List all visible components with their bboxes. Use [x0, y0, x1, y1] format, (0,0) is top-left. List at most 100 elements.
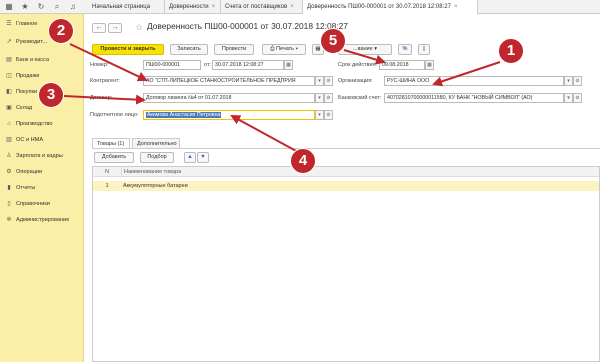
factory-icon: ⌂ — [7, 121, 11, 127]
organization-open[interactable]: ⊘ — [573, 76, 582, 86]
chevron-down-icon: ▾ — [372, 46, 377, 52]
person-open[interactable]: ⊘ — [324, 110, 333, 120]
bank-account-label: Банковский счет: — [338, 95, 382, 101]
tab-label: Доверенности — [169, 4, 209, 10]
clip-icon: ▯ — [422, 46, 426, 52]
table-row[interactable]: 1 Аккумуляторные батареи — [93, 181, 599, 191]
callout-marker-2: 2 — [48, 18, 74, 44]
move-down-button[interactable]: ▼ — [197, 152, 209, 163]
organization-dropdown[interactable]: ▾ — [564, 76, 573, 86]
app-menu-icon[interactable]: ▦ — [4, 2, 14, 12]
link-icon: ⊘ — [326, 95, 331, 101]
chevron-down-icon: ▾ — [318, 78, 321, 84]
sidebar: ☰ Главное ↗ Руководит... ▤ Банк и касса ◫ Пр… — [0, 14, 84, 362]
column-header-name[interactable]: Наименование товара — [121, 167, 599, 177]
cart-icon: ◫ — [6, 73, 12, 79]
document-form: ← → ☆ Доверенность ПШ00-000001 от 30.07.… — [88, 14, 600, 362]
contract-field[interactable]: Договор лизинга №4 от 01.07.2018 — [143, 93, 315, 103]
chevron-down-icon: ▾ — [318, 95, 321, 101]
contract-open[interactable]: ⊘ — [324, 93, 333, 103]
contract-label: Договор: — [90, 95, 113, 101]
add-button[interactable]: Добавить — [94, 152, 134, 163]
post-button[interactable]: Провести — [214, 44, 254, 55]
attachments-button[interactable]: ▯ — [418, 44, 430, 55]
notifications-icon[interactable]: ♫ — [68, 2, 78, 12]
date-picker-button[interactable]: ▦ — [284, 60, 293, 70]
validity-field[interactable]: 09.08.2018 — [379, 60, 425, 70]
history-icon[interactable]: ↻ — [36, 2, 46, 12]
operations-icon: ⚙ — [6, 169, 12, 175]
column-header-n[interactable]: N — [93, 167, 121, 177]
tab-home[interactable]: Начальная страница — [88, 0, 165, 14]
person-field[interactable]: Акимова Анастасия Петровна — [143, 110, 315, 120]
arrow-left-icon: ← — [95, 24, 103, 31]
sidebar-item-label: Руководит... — [16, 39, 48, 45]
row-number: 1 — [105, 183, 109, 189]
sidebar-item-sales[interactable]: ◫ Продажи — [0, 70, 84, 82]
calendar-icon: ▦ — [427, 62, 432, 68]
sidebar-item-label: Зарплата и кадры — [16, 153, 63, 159]
counterparty-open[interactable]: ⊘ — [324, 76, 333, 86]
chevron-down-icon: ▾ — [318, 112, 321, 118]
create-based-on-button[interactable]: ...вание ▾ — [338, 44, 392, 55]
tab-power-of-attorney-doc[interactable]: Доверенность ПШ00-000001 от 30.07.2018 1… — [303, 0, 478, 14]
back-button[interactable]: ← — [92, 23, 106, 33]
callout-marker-5: 5 — [320, 28, 346, 54]
person-dropdown[interactable]: ▾ — [315, 110, 324, 120]
bank-account-dropdown[interactable]: ▾ — [564, 93, 573, 103]
close-icon[interactable]: × — [290, 4, 294, 10]
number-field[interactable]: ПШ00-000001 — [143, 60, 201, 70]
callout-marker-3: 3 — [38, 82, 64, 108]
bank-account-open[interactable]: ⊘ — [573, 93, 582, 103]
close-icon[interactable]: × — [212, 4, 216, 10]
number-label: Номер: — [90, 62, 109, 68]
contract-dropdown[interactable]: ▾ — [315, 93, 324, 103]
date-field[interactable]: 30.07.2018 12:08:27 — [212, 60, 284, 70]
sidebar-item-operations[interactable]: ⚙ Операции — [0, 166, 84, 178]
tab-label: Доверенность ПШ00-000001 от 30.07.2018 1… — [307, 4, 451, 10]
sidebar-item-label: Справочники — [16, 201, 50, 207]
print-button[interactable]: ⎙ Печать ▾ — [262, 44, 306, 55]
sidebar-item-bank[interactable]: ▤ Банк и касса — [0, 54, 84, 66]
write-button[interactable]: Записать — [170, 44, 208, 55]
sidebar-item-production[interactable]: ⌂ Производство — [0, 118, 84, 130]
sidebar-item-payroll[interactable]: ♙ Зарплата и кадры — [0, 150, 84, 162]
counterparty-dropdown[interactable]: ▾ — [315, 76, 324, 86]
sidebar-item-administration[interactable]: ✲ Администрирование — [0, 214, 84, 226]
sidebar-item-label: Банк и касса — [16, 57, 49, 63]
people-icon: ♙ — [6, 153, 12, 159]
post-and-close-button[interactable]: Провести и закрыть — [92, 44, 164, 55]
favorite-star-icon[interactable]: ☆ — [135, 22, 143, 33]
chart-icon: ↗ — [6, 39, 12, 45]
counterparty-field[interactable]: АО "СТП-ЛИПЕЦКОЕ СТАНКОСТРОИТЕЛЬНОЕ ПРЕД… — [143, 76, 315, 86]
tab-powers-of-attorney[interactable]: Доверенности × — [165, 0, 221, 14]
tab-supplier-invoices[interactable]: Счета от поставщиков × — [221, 0, 303, 14]
validity-picker-button[interactable]: ▦ — [425, 60, 434, 70]
search-icon[interactable]: ⌕ — [52, 2, 62, 12]
callout-marker-4: 4 — [290, 148, 316, 174]
tab-additional[interactable]: Дополнительно — [132, 138, 180, 148]
sidebar-item-catalogs[interactable]: ▯ Справочники — [0, 198, 84, 210]
tab-goods[interactable]: Товары (1) — [92, 138, 130, 148]
link-icon: ⊘ — [326, 112, 331, 118]
organization-field[interactable]: РУС-ШИНА ООО — [384, 76, 564, 86]
date-label: от: — [204, 62, 211, 68]
goods-table: N Наименование товара 1 Аккумуляторные б… — [92, 166, 600, 362]
pick-button[interactable]: Подбор — [140, 152, 174, 163]
sidebar-item-reports[interactable]: ▮ Отчеты — [0, 182, 84, 194]
move-up-button[interactable]: ▲ — [184, 152, 196, 163]
dt-kt-button[interactable]: % — [398, 44, 412, 55]
favorites-icon[interactable]: ★ — [20, 2, 30, 12]
close-icon[interactable]: × — [454, 4, 458, 10]
bank-account-field[interactable]: 40702810700000011580, КУ БАНК "НОВЫЙ СИМ… — [384, 93, 564, 103]
box-icon: ▣ — [6, 105, 12, 111]
structure-icon: ▦ — [315, 46, 321, 52]
sidebar-item-label: Продажи — [16, 73, 40, 79]
gear-icon: ✲ — [6, 217, 12, 223]
forward-button[interactable]: → — [108, 23, 122, 33]
sidebar-item-assets[interactable]: ▥ ОС и НМА — [0, 134, 84, 146]
report-icon: ▮ — [7, 185, 11, 191]
sidebar-item-label: Производство — [16, 121, 53, 127]
sidebar-item-label: Главное — [16, 21, 38, 27]
person-value: Акимова Анастасия Петровна — [146, 112, 222, 118]
